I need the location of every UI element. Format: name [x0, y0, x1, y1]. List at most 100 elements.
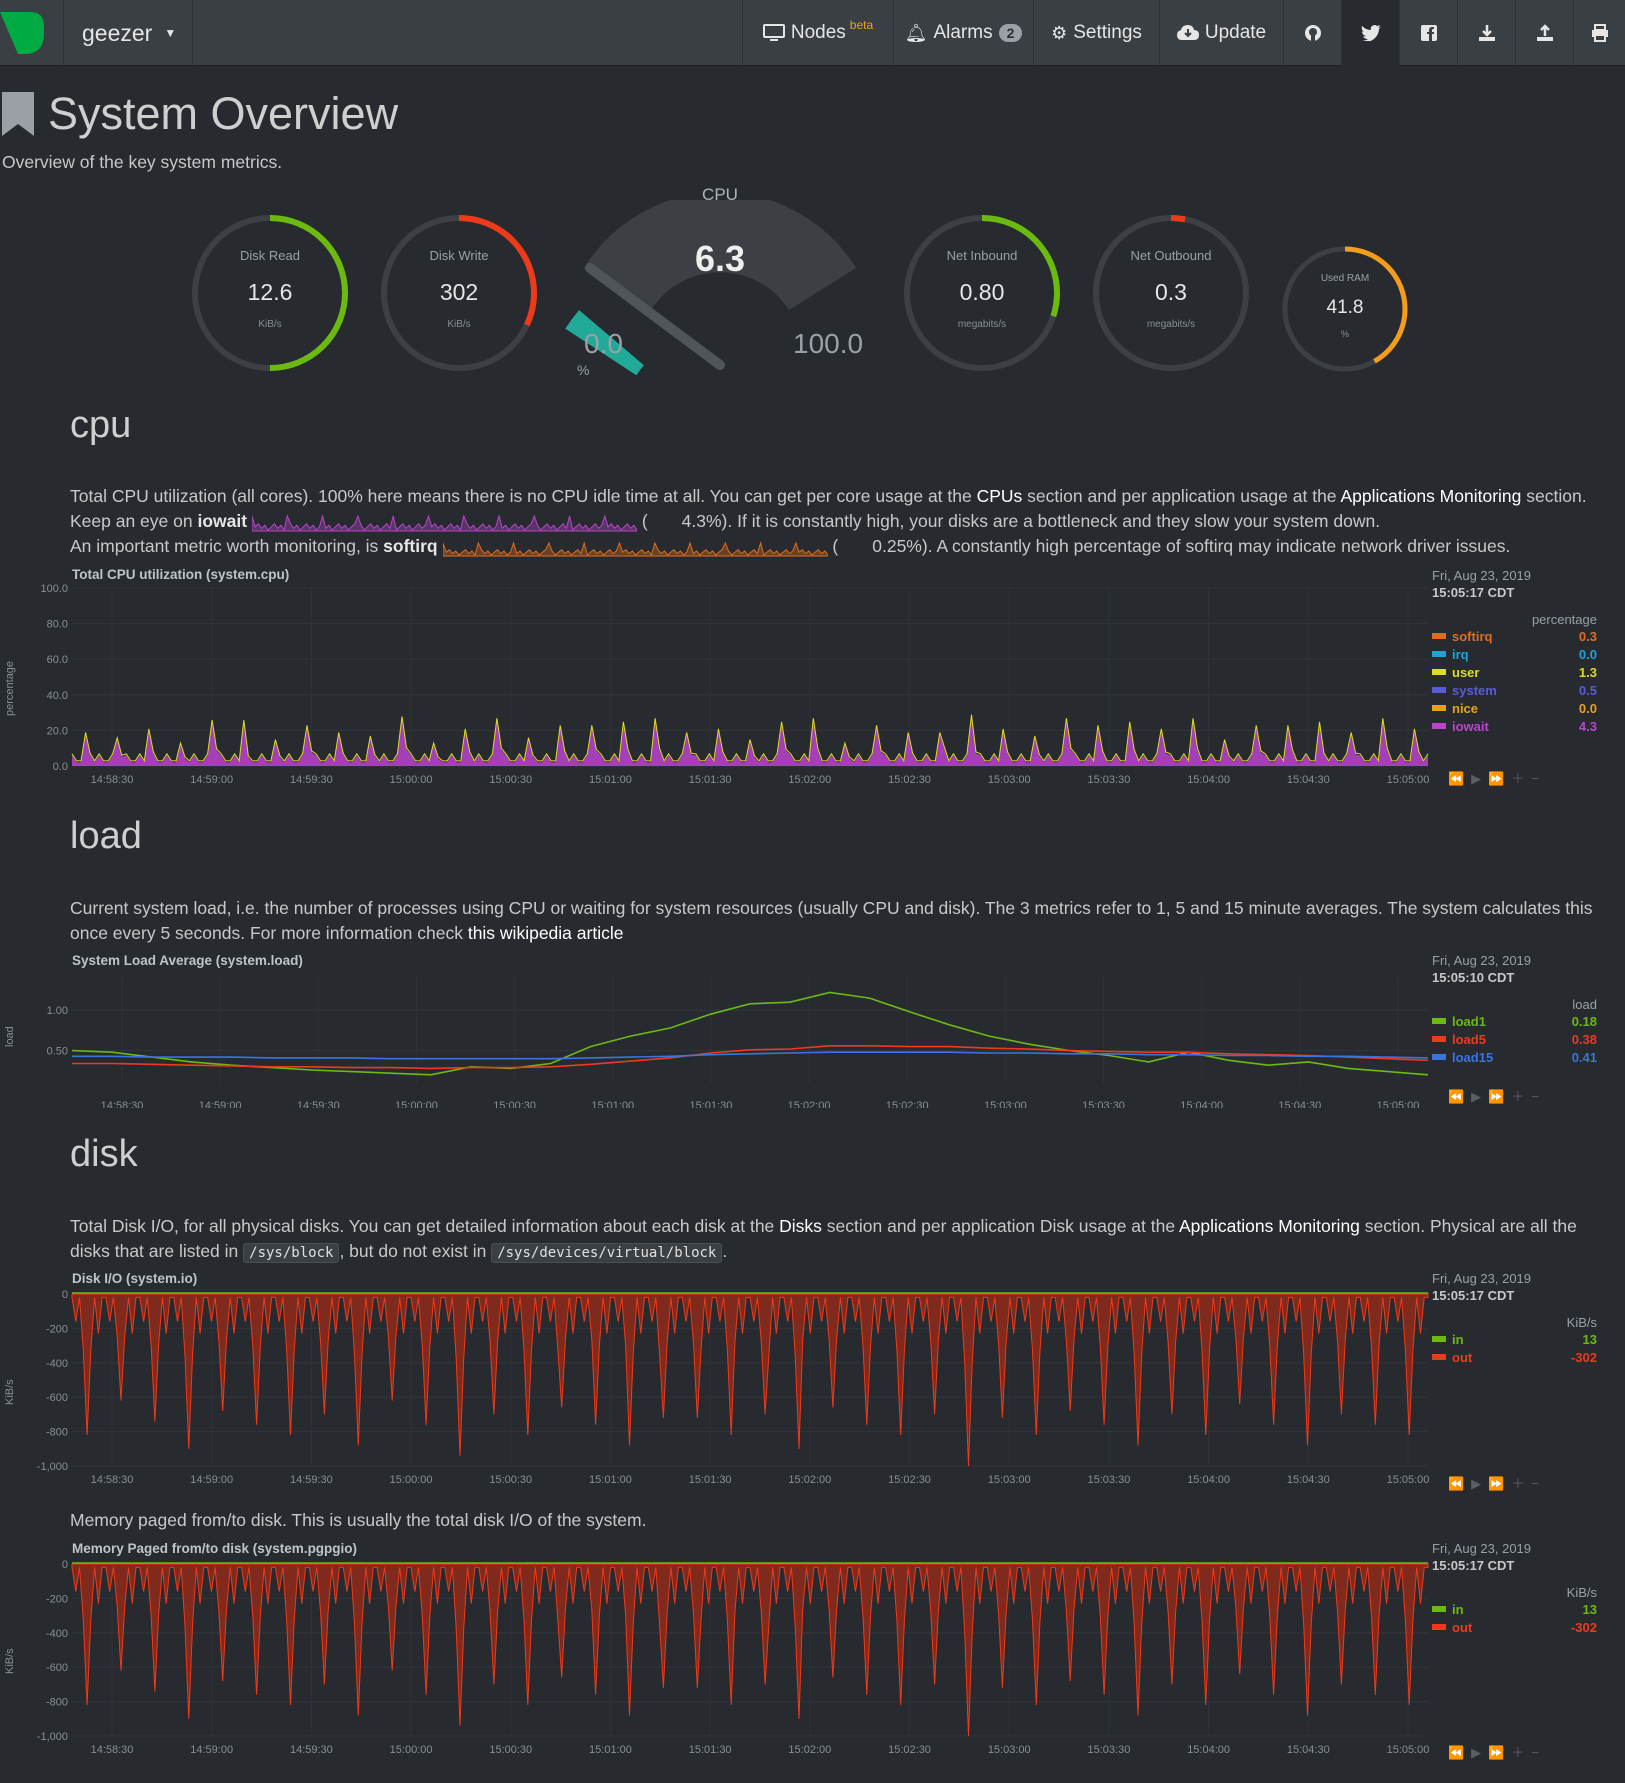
applications-monitoring-link[interactable]: Applications Monitoring [1179, 1216, 1360, 1236]
legend-value: 0.5 [1578, 682, 1597, 698]
load-chart[interactable]: 1.00 0.50 14:58:30 14:59:00 14:59:30 15:00:00… [0, 968, 1430, 1108]
nav-settings[interactable]: ⚙ Settings [1033, 0, 1159, 66]
print-icon [1591, 24, 1608, 42]
legend-time: 15:05:17 CDT [1432, 1288, 1515, 1303]
disk-io-chart-controls[interactable]: ⏪▶⏩＋− [1448, 1473, 1546, 1492]
legend-item-user[interactable]: user 1.3 [1432, 663, 1597, 681]
y-tick-label: -200 [46, 1593, 68, 1605]
legend-item-out[interactable]: out -302 [1432, 1618, 1597, 1636]
y-tick-label: 1.00 [47, 1005, 68, 1017]
applications-monitoring-link[interactable]: Applications Monitoring [1340, 486, 1521, 506]
x-tick-label: 15:03:30 [1088, 774, 1131, 786]
cpu-chart[interactable]: 100.0 80.0 60.0 40.0 20.0 0.0 14:58:30 14:59:00… [0, 578, 1430, 790]
legend-value: -302 [1570, 1349, 1597, 1365]
chevron-down-icon: ▼ [164, 26, 177, 40]
x-tick-label: 15:04:30 [1287, 1474, 1330, 1486]
wikipedia-link[interactable]: this wikipedia article [468, 923, 624, 943]
host-dropdown[interactable]: geezer ▼ [63, 0, 193, 66]
legend-item-nice[interactable]: nice 0.0 [1432, 699, 1597, 717]
nav-download[interactable] [1457, 0, 1515, 66]
nav-print[interactable] [1573, 0, 1625, 66]
gauge-value: 302 [439, 279, 479, 305]
x-tick-label: 14:59:30 [290, 774, 333, 786]
nav-twitter[interactable] [1341, 0, 1399, 66]
legend-rows: load1 0.18 load5 0.38 load15 0.41 [1432, 1012, 1597, 1066]
legend-units: load [1572, 997, 1597, 1012]
x-tick-label: 15:01:30 [689, 774, 732, 786]
legend-item-irq[interactable]: irq 0.0 [1432, 645, 1597, 663]
gauge-net-outbound[interactable]: Net Outbound 0.3 megabits/s [1091, 213, 1251, 373]
gauge-used-ram[interactable]: Used RAM 41.8 % [1281, 245, 1409, 373]
legend-name: iowait [1452, 718, 1489, 734]
x-tick-label: 15:03:00 [988, 774, 1031, 786]
legend-time: 15:05:17 CDT [1432, 1558, 1515, 1573]
x-tick-label: 15:04:00 [1180, 1100, 1223, 1108]
x-tick-label: 15:01:30 [689, 1474, 732, 1486]
nav-facebook[interactable] [1399, 0, 1457, 66]
legend-swatch [1432, 1036, 1446, 1042]
x-tick-label: 15:00:30 [489, 1474, 532, 1486]
nav-alarms[interactable]: 🔔︎ Alarms 2 [893, 0, 1033, 66]
legend-item-in[interactable]: in 13 [1432, 1330, 1597, 1348]
gauge-disk-write[interactable]: Disk Write 302 KiB/s [379, 213, 539, 373]
legend-item-out[interactable]: out -302 [1432, 1348, 1597, 1366]
y-tick-label: -1,000 [37, 1731, 68, 1743]
cpu-chart-controls[interactable]: ⏪▶⏩＋− [1448, 768, 1546, 787]
x-tick-label: 15:00:00 [390, 774, 433, 786]
gauge-net-inbound[interactable]: Net Inbound 0.80 megabits/s [902, 213, 1062, 373]
legend-date: Fri, Aug 23, 2019 [1432, 568, 1532, 583]
softirq-sparkline[interactable] [442, 537, 828, 557]
x-tick-label: 15:04:30 [1278, 1100, 1321, 1108]
x-tick-label: 14:59:30 [290, 1474, 333, 1486]
nav-nodes[interactable]: Nodes beta [742, 0, 893, 66]
nav-upload[interactable] [1515, 0, 1573, 66]
legend-value: 0.41 [1571, 1049, 1597, 1065]
legend-item-softirq[interactable]: softirq 0.3 [1432, 627, 1597, 645]
cpu-chart-legend: Fri, Aug 23, 2019 15:05:17 CDT percentag… [1432, 568, 1597, 735]
legend-value: 0.0 [1578, 646, 1597, 662]
cpus-link[interactable]: CPUs [977, 486, 1023, 506]
legend-swatch [1432, 705, 1446, 711]
legend-rows: softirq 0.3 irq 0.0 user 1.3 system 0.5 nice 0.0 i… [1432, 627, 1597, 735]
legend-swatch [1432, 1054, 1446, 1060]
x-tick-label: 15:02:00 [788, 1474, 831, 1486]
legend-item-load1[interactable]: load1 0.18 [1432, 1012, 1597, 1030]
gauge-unit: megabits/s [957, 319, 1007, 330]
x-tick-label: 15:05:00 [1377, 1100, 1420, 1108]
x-tick-label: 15:04:30 [1287, 1744, 1330, 1756]
netdata-logo[interactable] [0, 12, 48, 54]
gauge-unit: KiB/s [258, 319, 282, 330]
x-tick-label: 15:00:00 [390, 1744, 433, 1756]
x-tick-label: 15:02:30 [888, 1474, 931, 1486]
iowait-sparkline[interactable] [251, 512, 637, 532]
legend-name: user [1452, 664, 1480, 680]
y-tick-label: 0 [62, 1289, 68, 1301]
legend-swatch [1432, 1018, 1446, 1024]
twitter-icon [1360, 25, 1381, 41]
pgpgio-chart[interactable]: 0 -200 -400 -600 -800 -1,000 14:58:30 14:59:00 1… [0, 1554, 1430, 1760]
load-chart-controls[interactable]: ⏪▶⏩＋− [1448, 1086, 1546, 1105]
legend-item-iowait[interactable]: iowait 4.3 [1432, 717, 1597, 735]
disks-link[interactable]: Disks [779, 1216, 822, 1236]
x-tick-label: 14:59:00 [190, 774, 233, 786]
x-tick-label: 14:59:30 [297, 1100, 340, 1108]
x-tick-label: 15:04:00 [1187, 774, 1230, 786]
cpu-gauge-unit: % [577, 362, 590, 378]
disk-io-chart[interactable]: 0 -200 -400 -600 -800 -1,000 14:58:30 14:59:00 1… [0, 1284, 1430, 1490]
gauge-disk-read[interactable]: Disk Read 12.6 KiB/s [190, 213, 350, 373]
legend-item-system[interactable]: system 0.5 [1432, 681, 1597, 699]
legend-item-in[interactable]: in 13 [1432, 1600, 1597, 1618]
legend-swatch [1432, 1624, 1446, 1630]
legend-item-load15[interactable]: load15 0.41 [1432, 1048, 1597, 1066]
x-tick-label: 15:00:30 [489, 774, 532, 786]
y-tick-label: -800 [46, 1697, 68, 1709]
nav-github[interactable] [1283, 0, 1341, 66]
legend-name: irq [1452, 646, 1469, 662]
page-subtitle: Overview of the key system metrics. [2, 152, 283, 172]
legend-item-load5[interactable]: load5 0.38 [1432, 1030, 1597, 1048]
section-title-cpu: cpu [70, 404, 132, 446]
gauge-value: 41.8 [1326, 297, 1364, 318]
pgpgio-chart-controls[interactable]: ⏪▶⏩＋− [1448, 1742, 1546, 1761]
nav-update[interactable]: Update [1159, 0, 1283, 66]
nav-settings-label: Settings [1073, 22, 1142, 43]
